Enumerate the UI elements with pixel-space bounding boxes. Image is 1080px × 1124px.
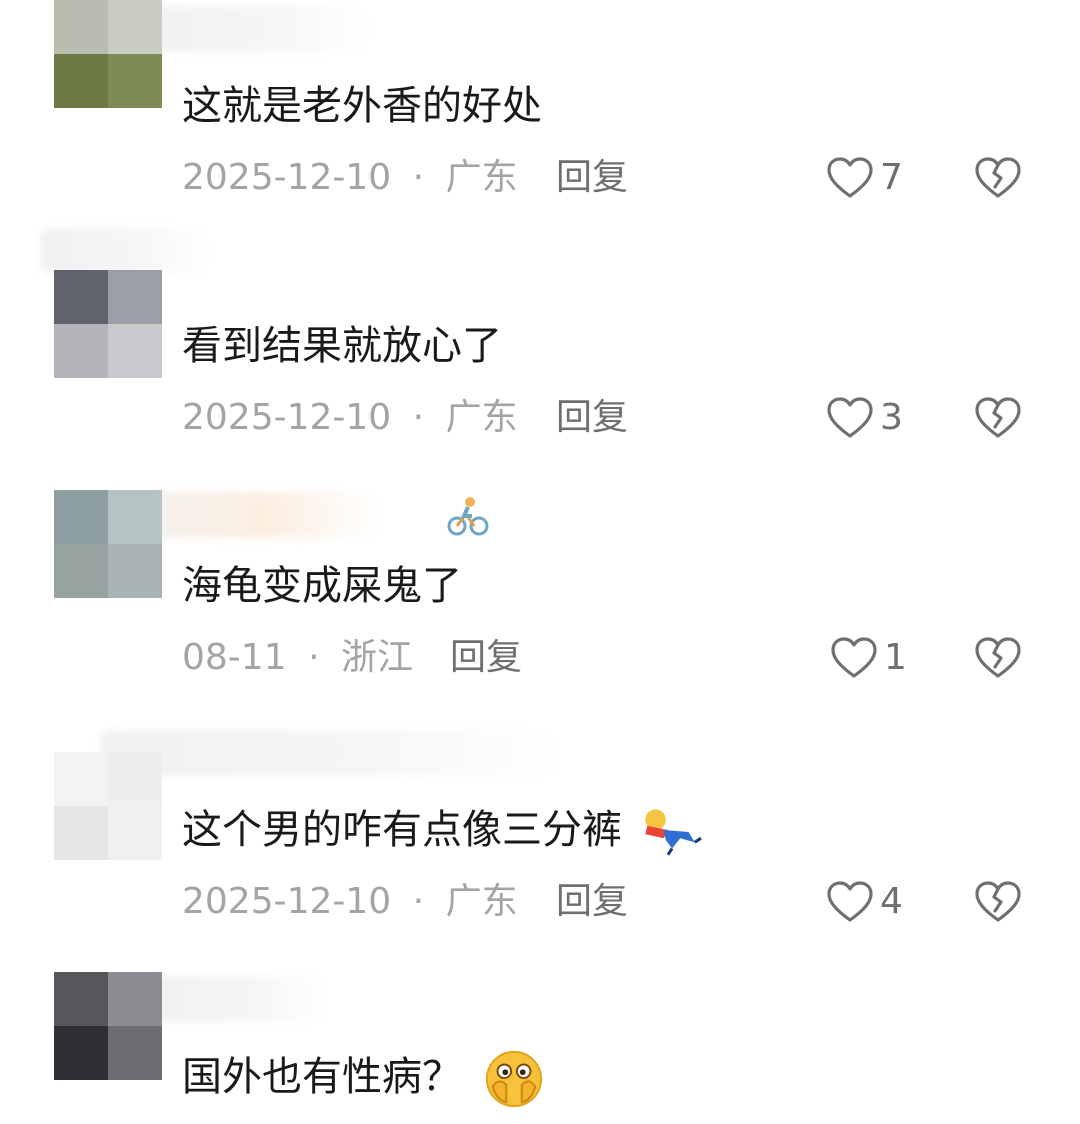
avatar-pixel: [108, 752, 162, 806]
face-covering-emoji-icon: [485, 1050, 542, 1108]
avatar-pixel: [108, 270, 162, 324]
comment-date: 08-11: [182, 637, 287, 678]
avatar[interactable]: [54, 972, 162, 1080]
avatar-pixel: [54, 54, 108, 108]
avatar-pixel: [54, 972, 108, 1026]
broken-heart-icon[interactable]: [974, 880, 1022, 924]
comment-location: 广东: [445, 157, 518, 198]
comment-text-content: 国外也有性病？: [182, 1054, 462, 1100]
avatar-pixel: [54, 0, 108, 54]
like-count: 4: [880, 881, 903, 922]
like-count: 1: [884, 637, 907, 678]
avatar-pixel: [108, 544, 162, 598]
broken-heart-icon[interactable]: [974, 396, 1022, 440]
comment-meta: 2025-12-10 · 广东: [182, 880, 518, 924]
like-button[interactable]: 1: [830, 636, 907, 680]
like-button[interactable]: 7: [826, 156, 903, 200]
heart-outline-icon: [827, 881, 873, 922]
comment-location: 广东: [445, 881, 518, 922]
heart-outline-icon: [827, 397, 873, 438]
avatar[interactable]: [54, 752, 162, 860]
reply-button[interactable]: 回复: [450, 636, 522, 680]
avatar-pixel: [108, 490, 162, 544]
comment-location: 浙江: [340, 637, 413, 678]
heart-outline-icon: [827, 157, 873, 198]
avatar-pixel: [54, 544, 108, 598]
username-blurred: [150, 492, 380, 538]
comment-text: 这个男的咋有点像三分裤: [182, 804, 703, 857]
username-blurred: [40, 228, 210, 274]
comment-meta: 2025-12-10 · 广东: [182, 156, 518, 200]
comment-date: 2025-12-10: [182, 881, 392, 922]
avatar-pixel: [54, 806, 108, 860]
lying-down-emoji-icon: [644, 809, 702, 856]
meta-separator: ·: [412, 157, 425, 198]
avatar-pixel: [54, 752, 108, 806]
like-count: 7: [880, 157, 903, 198]
username-blurred: [150, 976, 330, 1022]
avatar-pixel: [108, 324, 162, 378]
avatar-pixel: [54, 270, 108, 324]
username-blurred: [100, 730, 560, 776]
avatar-pixel: [108, 1026, 162, 1080]
cyclist-icon: [447, 497, 489, 536]
broken-heart-icon[interactable]: [974, 156, 1022, 200]
like-button[interactable]: 3: [826, 396, 903, 440]
avatar[interactable]: [54, 0, 162, 108]
comment-text: 这就是老外香的好处: [182, 83, 542, 129]
avatar-pixel: [108, 54, 162, 108]
avatar-pixel: [108, 972, 162, 1026]
comment-text: 国外也有性病？: [182, 1048, 545, 1110]
comment-meta: 08-11 · 浙江: [182, 636, 413, 680]
avatar[interactable]: [54, 490, 162, 598]
like-count: 3: [880, 397, 903, 438]
comment-text-content: 这个男的咋有点像三分裤: [182, 807, 622, 853]
meta-separator: ·: [308, 637, 320, 678]
comment-date: 2025-12-10: [182, 397, 392, 438]
reply-button[interactable]: 回复: [556, 880, 628, 924]
avatar-pixel: [108, 0, 162, 54]
comment-meta: 2025-12-10 · 广东: [182, 396, 518, 440]
avatar-pixel: [54, 324, 108, 378]
broken-heart-icon[interactable]: [974, 636, 1022, 680]
comment-text: 海龟变成屎鬼了: [182, 563, 462, 609]
comment-date: 2025-12-10: [182, 157, 392, 198]
avatar[interactable]: [54, 270, 162, 378]
avatar-pixel: [108, 806, 162, 860]
username-blurred: [150, 6, 370, 52]
like-button[interactable]: 4: [826, 880, 903, 924]
avatar-pixel: [54, 490, 108, 544]
reply-button[interactable]: 回复: [556, 396, 628, 440]
meta-separator: ·: [412, 397, 425, 438]
comment-text: 看到结果就放心了: [182, 323, 502, 369]
heart-outline-icon: [831, 637, 877, 678]
reply-button[interactable]: 回复: [556, 156, 628, 200]
meta-separator: ·: [412, 881, 425, 922]
comment-location: 广东: [445, 397, 518, 438]
avatar-pixel: [54, 1026, 108, 1080]
